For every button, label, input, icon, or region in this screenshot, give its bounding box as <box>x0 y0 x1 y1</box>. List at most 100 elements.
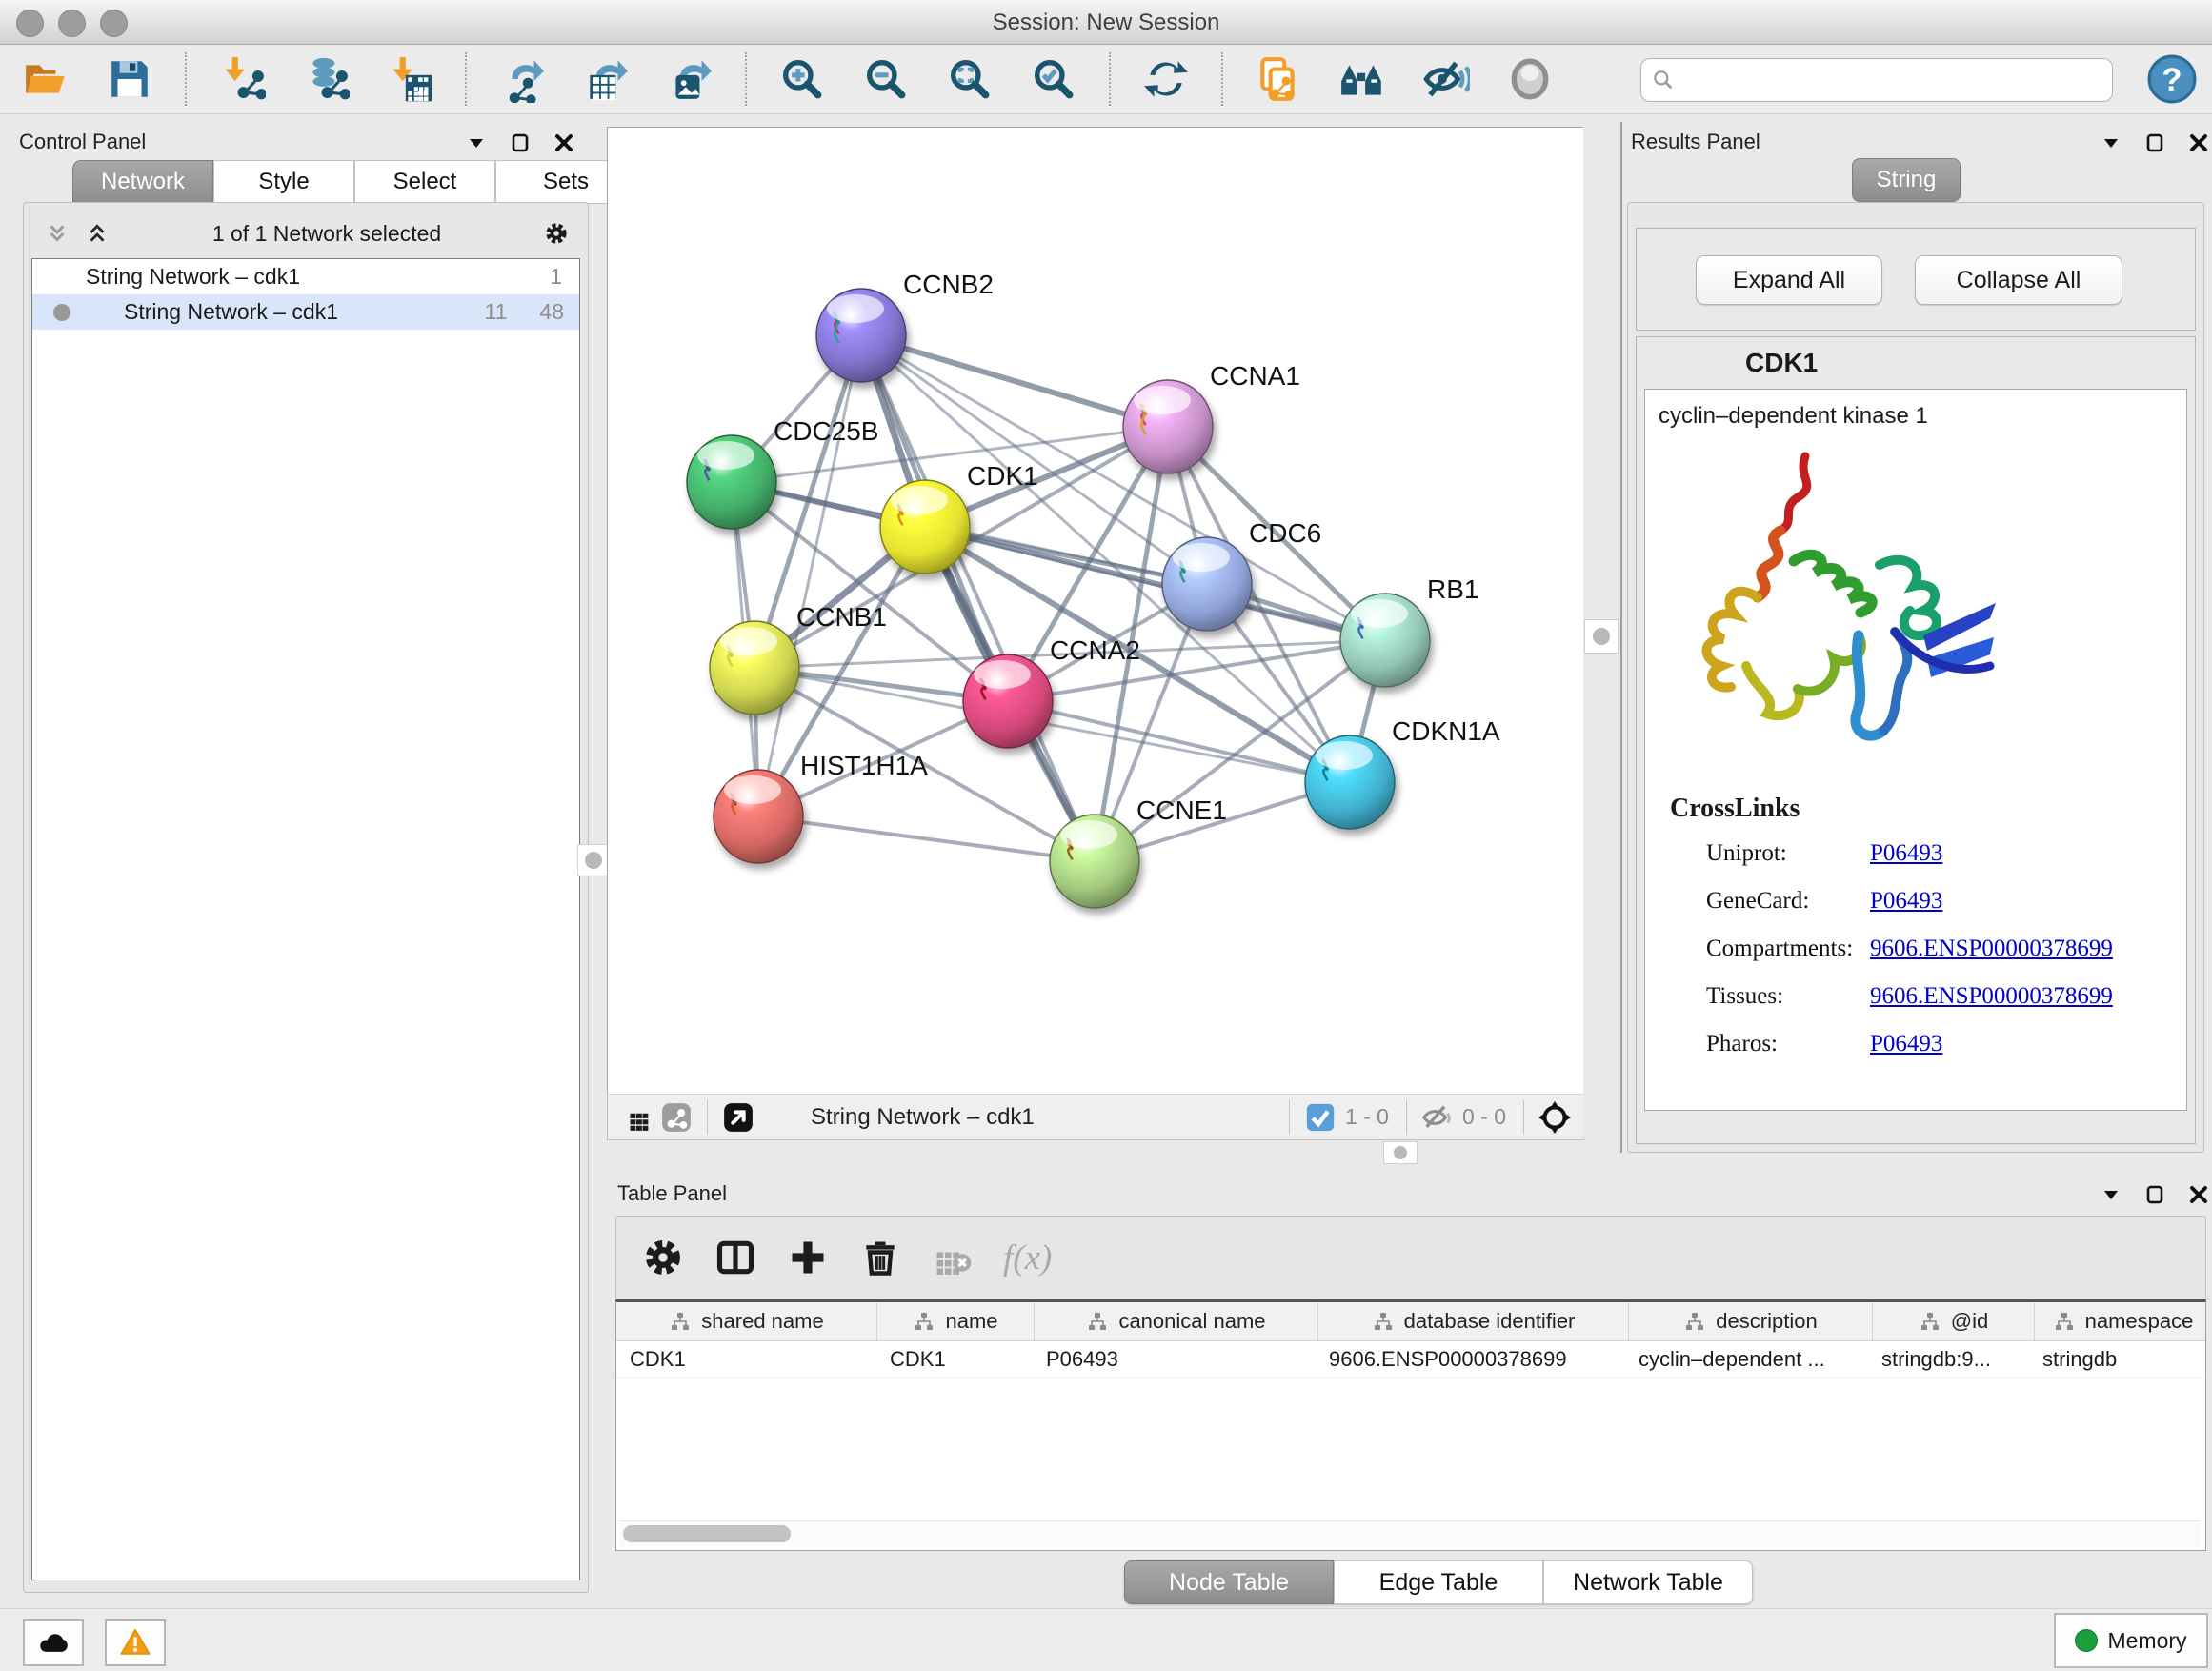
zoom-in-icon <box>778 55 826 103</box>
network-row[interactable]: String Network – cdk1 11 48 <box>32 294 579 330</box>
hide-selection-button[interactable] <box>1419 52 1473 106</box>
cloud-sync-button[interactable] <box>23 1619 84 1666</box>
network-canvas[interactable]: CCNB2CCNA1CDC25BCDK1CDC6RB1CCNB1CCNA2CDK… <box>607 127 1584 1095</box>
scrollbar-thumb[interactable] <box>623 1525 791 1542</box>
column-header-name[interactable]: name <box>877 1302 1035 1340</box>
expand-all-icon[interactable] <box>85 221 110 246</box>
refresh-button[interactable] <box>1139 52 1193 106</box>
column-header-canonical-name[interactable]: canonical name <box>1035 1302 1318 1340</box>
panel-float-icon[interactable] <box>465 131 488 154</box>
tab-node-table[interactable]: Node Table <box>1124 1560 1334 1604</box>
open-folder-button[interactable] <box>19 52 72 106</box>
help-button[interactable]: ? <box>2145 52 2199 106</box>
table-maximize-icon[interactable] <box>2143 1183 2166 1206</box>
table-float-icon[interactable] <box>2100 1183 2122 1206</box>
tab-network[interactable]: Network <box>72 160 213 204</box>
crosslink-label: Tissues: <box>1706 983 1870 1010</box>
delete-column-icon[interactable] <box>855 1232 906 1283</box>
clone-network-button[interactable] <box>1252 52 1305 106</box>
network-collection-row[interactable]: String Network – cdk1 1 <box>32 259 579 294</box>
tab-style[interactable]: Style <box>213 160 354 204</box>
crosslink-link[interactable]: P06493 <box>1870 1031 1942 1057</box>
import-network-button[interactable] <box>215 52 269 106</box>
hidden-eye-icon[interactable] <box>1418 1098 1457 1137</box>
tab-select[interactable]: Select <box>354 160 495 204</box>
zoom-fit-button[interactable] <box>943 52 996 106</box>
open-in-new-window-icon[interactable] <box>719 1098 757 1137</box>
network-current-dot <box>53 304 70 321</box>
warnings-button[interactable] <box>105 1619 166 1666</box>
table-cell[interactable]: stringdb <box>2029 1341 2205 1377</box>
table-cell[interactable]: cyclin–dependent ... <box>1625 1341 1868 1377</box>
export-image-button[interactable] <box>663 52 716 106</box>
table-cell[interactable]: CDK1 <box>876 1341 1033 1377</box>
node-CCNA1[interactable]: CCNA1 <box>1123 361 1300 473</box>
selected-checkbox-icon[interactable] <box>1301 1098 1339 1137</box>
table-cell[interactable]: CDK1 <box>616 1341 876 1377</box>
crosslink-link[interactable]: P06493 <box>1870 888 1942 915</box>
edge-CCNB2-CCNE1[interactable] <box>861 335 1095 861</box>
share-view-icon[interactable] <box>657 1098 695 1137</box>
import-table-button[interactable] <box>383 52 436 106</box>
edge-HIST1H1A-CCNE1[interactable] <box>758 816 1095 861</box>
preview-eye-button[interactable] <box>1503 52 1557 106</box>
table-close-icon[interactable] <box>2187 1183 2210 1206</box>
results-float-icon[interactable] <box>2100 131 2122 154</box>
binoculars-button[interactable] <box>1336 52 1389 106</box>
function-builder-button: f(x) <box>1003 1238 1052 1278</box>
table-cell[interactable]: 9606.ENSP00000378699 <box>1316 1341 1625 1377</box>
table-cell[interactable]: P06493 <box>1033 1341 1316 1377</box>
collapse-all-button[interactable]: Collapse All <box>1915 255 2122 305</box>
zoom-selected-button[interactable] <box>1027 52 1080 106</box>
tab-edge-table[interactable]: Edge Table <box>1334 1560 1543 1604</box>
panel-maximize-icon[interactable] <box>509 131 532 154</box>
network-edges[interactable] <box>732 335 1385 861</box>
expand-all-button[interactable]: Expand All <box>1696 255 1882 305</box>
panel-close-icon[interactable] <box>553 131 575 154</box>
node-label-CCNA1: CCNA1 <box>1210 361 1300 391</box>
export-network-button[interactable] <box>495 52 549 106</box>
node-HIST1H1A[interactable]: HIST1H1A <box>714 751 928 863</box>
network-options-gear-icon[interactable] <box>544 221 569 246</box>
node-RB1[interactable]: RB1 <box>1340 574 1478 687</box>
add-column-icon[interactable] <box>782 1232 834 1283</box>
bottom-splitter-handle[interactable] <box>1383 1141 1418 1164</box>
node-CCNB1[interactable]: CCNB1 <box>710 602 887 715</box>
column-header-database-identifier[interactable]: database identifier <box>1318 1302 1629 1340</box>
edge-CCNB2-HIST1H1A[interactable] <box>758 335 861 816</box>
grid-view-icon[interactable] <box>619 1098 657 1137</box>
crosslink-link[interactable]: 9606.ENSP00000378699 <box>1870 936 2113 962</box>
column-header-id[interactable]: @id <box>1873 1302 2035 1340</box>
table-cell[interactable]: stringdb:9... <box>1868 1341 2029 1377</box>
crosslink-link[interactable]: P06493 <box>1870 840 1942 867</box>
column-header-namespace[interactable]: namespace <box>2035 1302 2206 1340</box>
search-box[interactable] <box>1640 58 2113 102</box>
zoom-out-button[interactable] <box>859 52 913 106</box>
results-close-icon[interactable] <box>2187 131 2210 154</box>
table-settings-gear-icon[interactable] <box>637 1232 689 1283</box>
export-table-button[interactable] <box>579 52 633 106</box>
import-database-button[interactable] <box>299 52 352 106</box>
table-row[interactable]: CDK1CDK1P064939606.ENSP00000378699cyclin… <box>616 1341 2205 1378</box>
zoom-in-button[interactable] <box>775 52 829 106</box>
column-header-shared-name[interactable]: shared name <box>616 1302 877 1340</box>
table-horizontal-scrollbar[interactable] <box>619 1520 2201 1546</box>
show-columns-icon[interactable] <box>710 1232 761 1283</box>
memory-button[interactable]: Memory <box>2054 1613 2208 1668</box>
column-header-description[interactable]: description <box>1629 1302 1873 1340</box>
fit-selected-crosshair-icon[interactable] <box>1536 1098 1574 1137</box>
tab-string[interactable]: String <box>1852 158 1961 202</box>
edge-CCNB2-CCNA1[interactable] <box>861 335 1168 427</box>
string-network-graph[interactable]: CCNB2CCNA1CDC25BCDK1CDC6RB1CCNB1CCNA2CDK… <box>608 128 1581 1092</box>
search-input[interactable] <box>1676 62 2112 98</box>
collapse-all-icon[interactable] <box>45 221 70 246</box>
left-splitter-handle[interactable] <box>577 844 610 876</box>
save-button[interactable] <box>103 52 156 106</box>
crosslink-link[interactable]: 9606.ENSP00000378699 <box>1870 983 2113 1010</box>
node-CCNE1[interactable]: CCNE1 <box>1050 795 1227 908</box>
results-maximize-icon[interactable] <box>2143 131 2166 154</box>
right-splitter-handle[interactable] <box>1584 619 1619 654</box>
node-table[interactable]: shared name name canonical name database… <box>615 1299 2206 1551</box>
node-CDKN1A[interactable]: CDKN1A <box>1305 716 1500 829</box>
tab-network-table[interactable]: Network Table <box>1543 1560 1753 1604</box>
